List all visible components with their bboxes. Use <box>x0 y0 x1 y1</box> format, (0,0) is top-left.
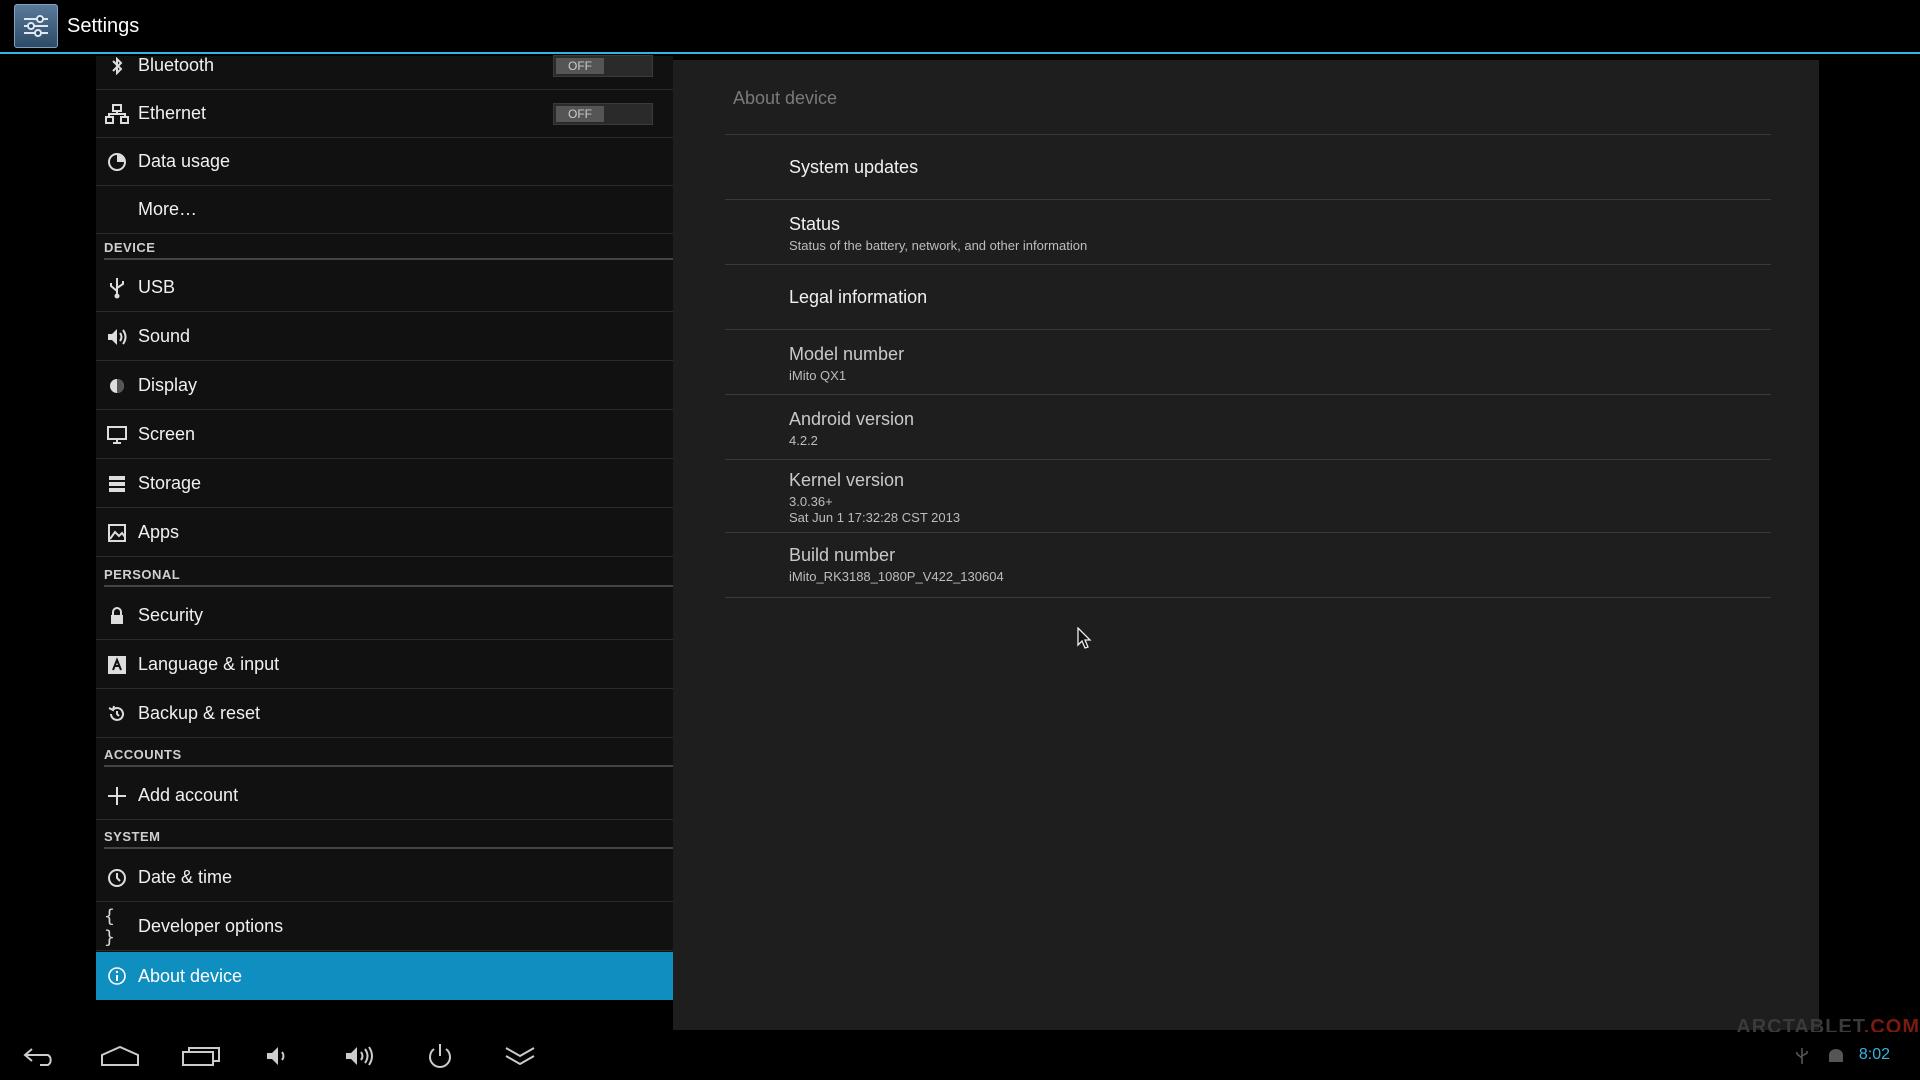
power-icon[interactable] <box>420 1042 460 1070</box>
sliders-icon <box>24 15 48 37</box>
home-icon[interactable] <box>100 1042 140 1070</box>
sidebar-item-language[interactable]: Language & input <box>96 641 673 689</box>
detail-item-kernel-version: Kernel version 3.0.36+ Sat Jun 1 17:32:2… <box>725 460 1771 533</box>
item-title: Build number <box>789 545 896 565</box>
sidebar-item-label: Apps <box>138 522 180 542</box>
item-title: System updates <box>789 157 919 177</box>
navigation-bar: 8:02 <box>0 1032 1920 1080</box>
detail-pane: About device System updates Status Statu… <box>673 60 1819 1030</box>
clock-icon <box>104 865 130 891</box>
sidebar-item-label: Security <box>138 605 204 625</box>
sidebar-item-label: Screen <box>138 424 196 444</box>
volume-down-icon[interactable] <box>259 1042 299 1070</box>
item-title: Status <box>789 214 841 234</box>
clock: 8:02 <box>1858 1046 1890 1063</box>
data-usage-icon <box>104 149 130 175</box>
item-summary: iMito_RK3188_1080P_V422_130604 <box>789 569 1004 584</box>
sidebar-item-label: Backup & reset <box>138 703 261 723</box>
settings-list[interactable]: Bluetooth OFF Ethernet OFF Data usage Mo… <box>96 55 673 1000</box>
sidebar-item-storage[interactable]: Storage <box>96 460 673 508</box>
recent-apps-icon[interactable] <box>181 1042 221 1070</box>
ethernet-toggle[interactable]: OFF <box>553 103 653 125</box>
usb-icon <box>104 275 130 301</box>
storage-icon <box>104 471 130 497</box>
detail-item-android-version[interactable]: Android version 4.2.2 <box>725 395 1771 460</box>
sidebar-item-label: Add account <box>138 785 239 805</box>
sidebar-item-display[interactable]: Display <box>96 362 673 410</box>
sidebar-item-add-account[interactable]: Add account <box>96 772 673 820</box>
item-title: Model number <box>789 344 905 364</box>
detail-item-status[interactable]: Status Status of the battery, network, a… <box>725 200 1771 265</box>
display-icon <box>104 373 130 399</box>
sidebar-item-label: Developer options <box>138 916 284 936</box>
braces-icon: { } <box>104 905 115 948</box>
item-title: Android version <box>789 409 915 429</box>
lock-icon <box>104 603 130 629</box>
sidebar-item-label: Storage <box>138 473 202 493</box>
sidebar-item-label: Display <box>138 375 198 395</box>
toggle-state: OFF <box>556 58 604 74</box>
sidebar-item-ethernet[interactable]: Ethernet OFF <box>96 90 673 138</box>
apps-icon <box>104 520 130 546</box>
sidebar-item-security[interactable]: Security <box>96 592 673 640</box>
android-debug-icon <box>1816 1042 1856 1070</box>
detail-item-legal-information[interactable]: Legal information <box>725 265 1771 330</box>
sidebar-item-label: Ethernet <box>138 103 207 123</box>
mouse-cursor-icon <box>1077 626 1093 656</box>
item-summary: iMito QX1 <box>789 368 847 383</box>
sidebar-item-label: More… <box>138 199 198 219</box>
item-summary: 3.0.36+ Sat Jun 1 17:32:28 CST 2013 <box>789 494 961 525</box>
sidebar-item-developer-options[interactable]: { } Developer options <box>96 903 673 951</box>
sidebar-item-about-device[interactable]: About device <box>96 952 673 1000</box>
back-icon[interactable] <box>20 1042 60 1070</box>
sidebar-item-label: Sound <box>138 326 191 346</box>
volume-up-icon[interactable] <box>340 1042 380 1070</box>
plus-icon <box>104 783 130 809</box>
section-header-device: DEVICE <box>104 238 673 260</box>
app-title: Settings <box>67 14 140 37</box>
settings-app-icon[interactable] <box>14 4 58 48</box>
sidebar-item-apps[interactable]: Apps <box>96 509 673 557</box>
sidebar-item-label: USB <box>138 277 176 297</box>
sidebar-item-date-time[interactable]: Date & time <box>96 854 673 902</box>
item-title: Kernel version <box>789 470 905 490</box>
sidebar-item-screen[interactable]: Screen <box>96 411 673 459</box>
sidebar-item-label: Language & input <box>138 654 280 674</box>
sidebar-item-data-usage[interactable]: Data usage <box>96 138 673 186</box>
section-header-personal: PERSONAL <box>104 565 673 587</box>
sidebar-item-bluetooth[interactable]: Bluetooth OFF <box>96 42 673 90</box>
sound-icon <box>104 324 130 350</box>
sidebar-item-usb[interactable]: USB <box>96 264 673 312</box>
detail-item-system-updates[interactable]: System updates <box>725 135 1771 200</box>
sidebar-item-more[interactable]: More… <box>96 186 673 234</box>
item-summary: 4.2.2 <box>789 433 818 448</box>
sidebar-item-label: Date & time <box>138 867 233 887</box>
section-header-accounts: ACCOUNTS <box>104 745 673 767</box>
language-icon <box>104 652 130 678</box>
detail-item-build-number[interactable]: Build number iMito_RK3188_1080P_V422_130… <box>725 533 1771 598</box>
bluetooth-icon <box>104 53 130 79</box>
pane-title: About device <box>733 88 838 108</box>
bluetooth-toggle[interactable]: OFF <box>553 55 653 77</box>
hide-bar-icon[interactable] <box>500 1042 540 1070</box>
sidebar-item-sound[interactable]: Sound <box>96 313 673 361</box>
sidebar-item-label: Bluetooth <box>138 55 215 75</box>
item-title: Legal information <box>789 287 928 307</box>
info-icon <box>104 963 130 989</box>
toggle-state: OFF <box>556 106 604 122</box>
item-summary: Status of the battery, network, and othe… <box>789 238 1088 253</box>
sidebar-item-label: Data usage <box>138 151 231 171</box>
detail-item-model-number: Model number iMito QX1 <box>725 330 1771 395</box>
backup-icon <box>104 701 130 727</box>
section-header-system: SYSTEM <box>104 827 673 849</box>
screen-icon <box>104 422 130 448</box>
ethernet-icon <box>104 101 130 127</box>
sidebar-item-label: About device <box>138 965 243 986</box>
sidebar-item-backup[interactable]: Backup & reset <box>96 690 673 738</box>
